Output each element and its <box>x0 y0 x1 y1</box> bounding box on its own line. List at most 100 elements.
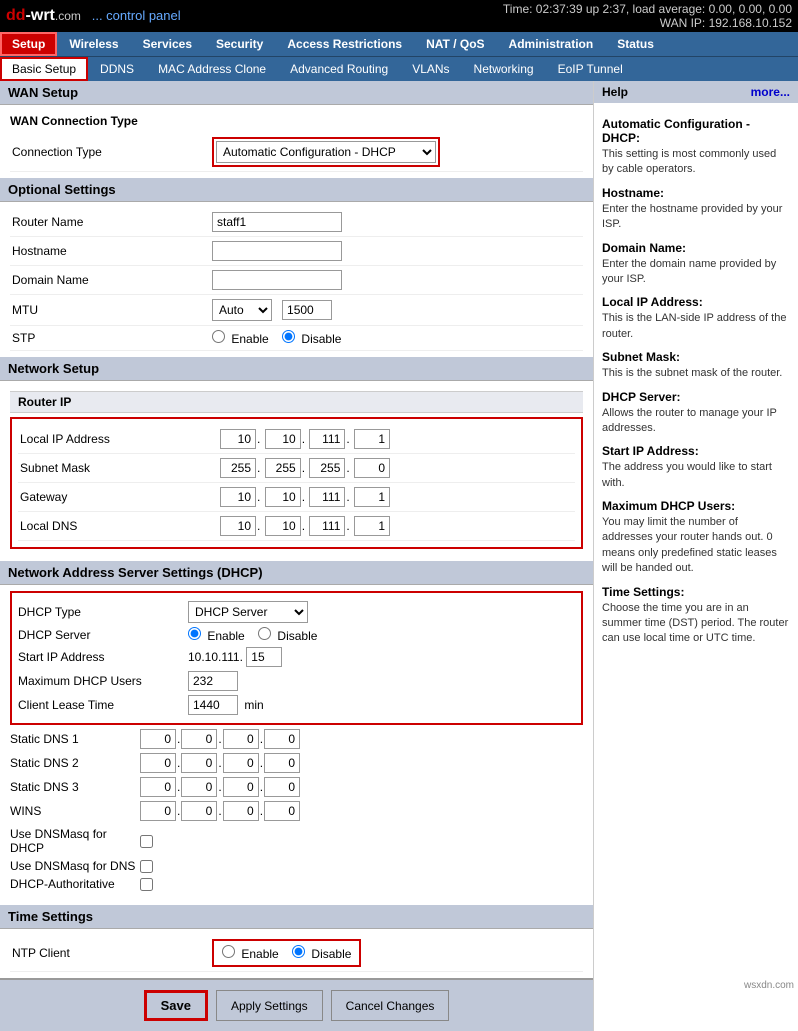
max-users-input[interactable] <box>188 671 238 691</box>
wins-3[interactable] <box>223 801 259 821</box>
ntp-disable-radio[interactable] <box>292 945 305 958</box>
lease-time-input[interactable] <box>188 695 238 715</box>
local-ip-3[interactable] <box>309 429 345 449</box>
subnav-advanced-routing[interactable]: Advanced Routing <box>278 57 400 81</box>
subnet-2[interactable] <box>265 458 301 478</box>
nav-services[interactable]: Services <box>131 32 204 56</box>
nav-administration[interactable]: Administration <box>497 32 606 56</box>
help-item-3-title: Local IP Address: <box>602 295 790 309</box>
local-dns-1[interactable] <box>220 516 256 536</box>
top-nav: Setup Wireless Services Security Access … <box>0 32 798 56</box>
wins-2[interactable] <box>181 801 217 821</box>
nav-wireless[interactable]: Wireless <box>57 32 130 56</box>
nav-nat-qos[interactable]: NAT / QoS <box>414 32 496 56</box>
dns3-4[interactable] <box>264 777 300 797</box>
subnet-4[interactable] <box>354 458 390 478</box>
wins-4[interactable] <box>264 801 300 821</box>
domain-name-input[interactable] <box>212 270 342 290</box>
subnav-mac-address-clone[interactable]: MAC Address Clone <box>146 57 278 81</box>
nav-setup[interactable]: Setup <box>0 32 57 56</box>
help-item-4-text: This is the subnet mask of the router. <box>602 366 790 381</box>
dhcp-enable-radio[interactable] <box>188 627 201 640</box>
dns2-2[interactable] <box>181 753 217 773</box>
bottom-bar: Save Apply Settings Cancel Changes <box>0 978 593 1031</box>
subnav-eoip-tunnel[interactable]: EoIP Tunnel <box>546 57 635 81</box>
local-dns-4[interactable] <box>354 516 390 536</box>
router-name-input[interactable] <box>212 212 342 232</box>
dns1-1[interactable] <box>140 729 176 749</box>
subnav-vlans[interactable]: VLANs <box>400 57 461 81</box>
help-item-4-title: Subnet Mask: <box>602 350 790 364</box>
dns2-1[interactable] <box>140 753 176 773</box>
subnet-3[interactable] <box>309 458 345 478</box>
stp-disable-label[interactable]: Disable <box>282 332 341 346</box>
help-item-3-text: This is the LAN-side IP address of the r… <box>602 311 790 342</box>
dns1-4[interactable] <box>264 729 300 749</box>
dns2-4[interactable] <box>264 753 300 773</box>
start-ip-prefix: 10.10.111. <box>188 650 243 664</box>
dns1-2[interactable] <box>181 729 217 749</box>
stp-enable-radio[interactable] <box>212 330 225 343</box>
local-dns-2[interactable] <box>265 516 301 536</box>
local-dns-3[interactable] <box>309 516 345 536</box>
subnav-basic-setup[interactable]: Basic Setup <box>0 57 88 81</box>
gateway-4[interactable] <box>354 487 390 507</box>
use-dnsmasq-dhcp-row: Use DNSMasq for DHCP <box>10 823 583 857</box>
conn-type-select[interactable]: Automatic Configuration - DHCP Static IP… <box>216 141 436 163</box>
dhcp-type-select[interactable]: DHCP Server DHCP Forwarder Disabled <box>188 601 308 623</box>
dns3-2[interactable] <box>181 777 217 797</box>
mtu-select[interactable]: Auto Manual <box>212 299 272 321</box>
use-dnsmasq-dhcp-checkbox[interactable] <box>140 835 153 848</box>
subnav-ddns[interactable]: DDNS <box>88 57 146 81</box>
dhcp-type-value: DHCP Server DHCP Forwarder Disabled <box>188 601 308 623</box>
content-area: WAN Setup WAN Connection Type Connection… <box>0 81 593 1031</box>
hostname-value <box>212 241 581 261</box>
help-item-7-title: Maximum DHCP Users: <box>602 499 790 513</box>
start-ip-input[interactable] <box>246 647 282 667</box>
gateway-1[interactable] <box>220 487 256 507</box>
use-dnsmasq-dns-row: Use DNSMasq for DNS <box>10 857 583 875</box>
dns1-3[interactable] <box>223 729 259 749</box>
dhcp-disable-label[interactable]: Disable <box>258 629 317 643</box>
local-ip-1[interactable] <box>220 429 256 449</box>
gateway-value: . . . <box>220 487 573 507</box>
router-name-value <box>212 212 581 232</box>
mtu-input[interactable] <box>282 300 332 320</box>
help-item-8-title: Time Settings: <box>602 585 790 599</box>
nav-status[interactable]: Status <box>605 32 666 56</box>
subnav-networking[interactable]: Networking <box>462 57 546 81</box>
dhcp-authoritative-checkbox[interactable] <box>140 878 153 891</box>
local-dns-value: . . . <box>220 516 573 536</box>
local-ip-4[interactable] <box>354 429 390 449</box>
wan-setup-header: WAN Setup <box>0 81 593 105</box>
dhcp-server-row: DHCP Server Enable Disable <box>18 625 575 645</box>
ntp-enable-label[interactable]: Enable <box>222 947 282 961</box>
gateway-2[interactable] <box>265 487 301 507</box>
dns2-3[interactable] <box>223 753 259 773</box>
header: dd-wrt.com ... control panel Time: 02:37… <box>0 0 798 32</box>
ntp-enable-radio[interactable] <box>222 945 235 958</box>
logo-wrt: -wrt <box>26 7 55 24</box>
nav-access-restrictions[interactable]: Access Restrictions <box>275 32 414 56</box>
hostname-input[interactable] <box>212 241 342 261</box>
nav-security[interactable]: Security <box>204 32 275 56</box>
router-ip-header: Router IP <box>10 391 583 413</box>
mtu-row: MTU Auto Manual <box>10 295 583 326</box>
stp-disable-radio[interactable] <box>282 330 295 343</box>
help-more-link[interactable]: more... <box>751 85 790 99</box>
dns3-1[interactable] <box>140 777 176 797</box>
ntp-disable-label[interactable]: Disable <box>292 947 351 961</box>
wins-1[interactable] <box>140 801 176 821</box>
subnet-1[interactable] <box>220 458 256 478</box>
dhcp-enable-label[interactable]: Enable <box>188 629 248 643</box>
start-ip-row: Start IP Address 10.10.111. <box>18 645 575 669</box>
help-item-5-text: Allows the router to manage your IP addr… <box>602 406 790 437</box>
local-ip-2[interactable] <box>265 429 301 449</box>
use-dnsmasq-dns-checkbox[interactable] <box>140 860 153 873</box>
stp-enable-label[interactable]: Enable <box>212 332 272 346</box>
static-dns1-label: Static DNS 1 <box>10 732 140 746</box>
gateway-3[interactable] <box>309 487 345 507</box>
dhcp-authoritative-label: DHCP-Authoritative <box>10 877 140 891</box>
dns3-3[interactable] <box>223 777 259 797</box>
dhcp-disable-radio[interactable] <box>258 627 271 640</box>
